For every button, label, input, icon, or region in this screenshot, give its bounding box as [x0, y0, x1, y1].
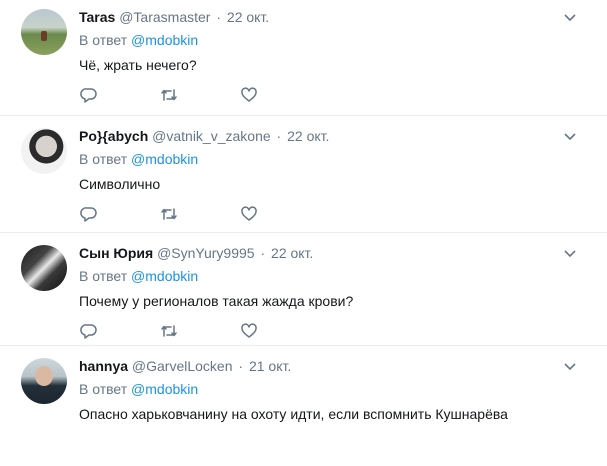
reply-prefix: В ответ [79, 268, 128, 284]
tweet-actions [79, 85, 279, 105]
author-name[interactable]: Сын Юрия [79, 245, 153, 261]
author-name[interactable]: hannya [79, 358, 128, 374]
reply-context: В ответ @mdobkin [79, 381, 198, 397]
tweet-text: Почему у регионалов такая жажда крови? [79, 293, 354, 309]
reply-mention-link[interactable]: @mdobkin [131, 151, 198, 167]
author-handle[interactable]: @Tarasmaster [119, 9, 210, 25]
author-handle[interactable]: @vatnik_v_zakone [152, 128, 271, 144]
tweet-date[interactable]: 21 окт. [249, 358, 291, 374]
tweet-actions [79, 204, 279, 224]
tweet-header: hannya @GarvelLocken · 21 окт. [79, 358, 291, 374]
chevron-down-icon[interactable] [563, 360, 577, 372]
author-handle[interactable]: @GarvelLocken [132, 358, 233, 374]
tweet[interactable]: Po}{abych @vatnik_v_zakone · 22 окт. В о… [0, 116, 607, 233]
reply-icon[interactable] [79, 85, 99, 105]
reply-prefix: В ответ [79, 381, 128, 397]
avatar[interactable] [21, 358, 67, 404]
tweet-date[interactable]: 22 окт. [287, 128, 329, 144]
tweet-header: Сын Юрия @SynYury9995 · 22 окт. [79, 245, 313, 261]
separator-dot: · [216, 9, 222, 25]
tweet-text: Опасно харьковчанину на охоту идти, если… [79, 406, 508, 422]
separator-dot: · [260, 245, 266, 261]
heart-icon[interactable] [239, 204, 259, 224]
reply-context: В ответ @mdobkin [79, 268, 198, 284]
reply-prefix: В ответ [79, 32, 128, 48]
tweet-date[interactable]: 22 окт. [227, 9, 269, 25]
avatar[interactable] [21, 128, 67, 174]
chevron-down-icon[interactable] [563, 247, 577, 259]
avatar[interactable] [21, 9, 67, 55]
author-handle[interactable]: @SynYury9995 [157, 245, 255, 261]
tweet-header: Po}{abych @vatnik_v_zakone · 22 окт. [79, 128, 329, 144]
tweet[interactable]: Сын Юрия @SynYury9995 · 22 окт. В ответ … [0, 233, 607, 346]
avatar[interactable] [21, 245, 67, 291]
tweet-text: Символично [79, 176, 161, 192]
tweet[interactable]: hannya @GarvelLocken · 21 окт. В ответ @… [0, 346, 607, 466]
reply-context: В ответ @mdobkin [79, 151, 198, 167]
heart-icon[interactable] [239, 85, 259, 105]
reply-mention-link[interactable]: @mdobkin [131, 268, 198, 284]
tweet[interactable]: Taras @Tarasmaster · 22 окт. В ответ @md… [0, 0, 607, 116]
retweet-icon[interactable] [159, 204, 179, 224]
tweet-date[interactable]: 22 окт. [271, 245, 313, 261]
tweet-actions [79, 321, 279, 341]
chevron-down-icon[interactable] [563, 11, 577, 23]
retweet-icon[interactable] [159, 321, 179, 341]
separator-dot: · [238, 358, 244, 374]
heart-icon[interactable] [239, 321, 259, 341]
separator-dot: · [276, 128, 282, 144]
reply-mention-link[interactable]: @mdobkin [131, 32, 198, 48]
reply-icon[interactable] [79, 204, 99, 224]
retweet-icon[interactable] [159, 85, 179, 105]
author-name[interactable]: Po}{abych [79, 128, 148, 144]
tweet-text: Чё, жрать нечего? [79, 57, 197, 73]
reply-icon[interactable] [79, 321, 99, 341]
reply-mention-link[interactable]: @mdobkin [131, 381, 198, 397]
tweet-header: Taras @Tarasmaster · 22 окт. [79, 9, 269, 25]
author-name[interactable]: Taras [79, 9, 115, 25]
chevron-down-icon[interactable] [563, 130, 577, 142]
reply-context: В ответ @mdobkin [79, 32, 198, 48]
reply-prefix: В ответ [79, 151, 128, 167]
